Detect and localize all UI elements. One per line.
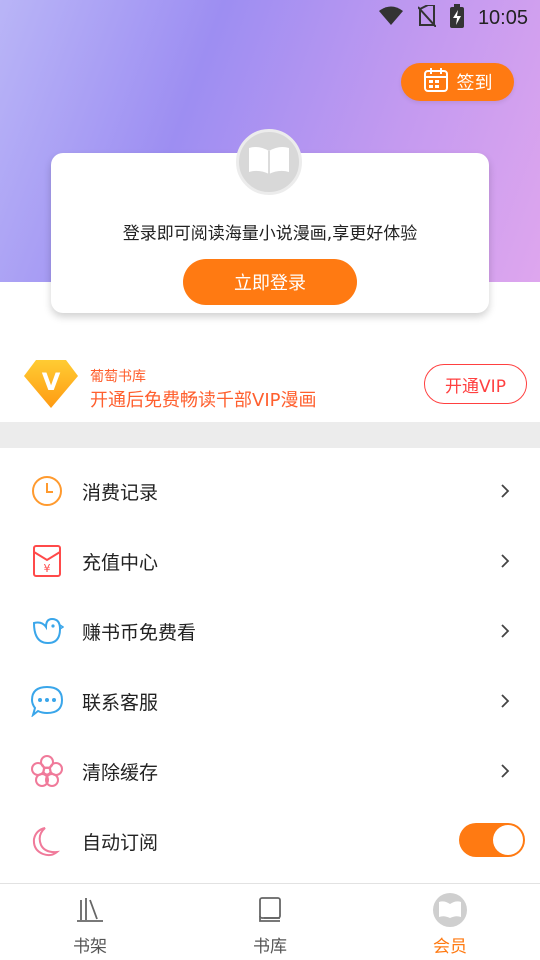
chevron-right-icon <box>500 481 512 501</box>
svg-text:¥: ¥ <box>44 562 51 575</box>
flower-icon <box>30 754 64 788</box>
menu-item-clear-cache[interactable]: 清除缓存 <box>0 736 540 806</box>
status-bar: 10:05 <box>0 0 540 36</box>
toggle-knob <box>493 825 523 855</box>
moon-icon <box>30 824 64 858</box>
chevron-right-icon <box>500 691 512 711</box>
tab-label: 书库 <box>253 937 287 957</box>
calendar-icon <box>423 67 449 98</box>
menu-item-consumption-records[interactable]: 消费记录 <box>0 456 540 526</box>
tab-label: 会员 <box>433 937 467 957</box>
login-button[interactable]: 立即登录 <box>183 259 357 305</box>
signin-label: 签到 <box>456 73 493 94</box>
tab-label: 书架 <box>73 937 107 957</box>
bottom-nav: 书架 书库 会员 <box>0 883 540 960</box>
menu-label: 充值中心 <box>82 551 159 574</box>
tab-bookshelf[interactable]: 书架 <box>0 884 180 960</box>
menu-label: 赚书币免费看 <box>82 621 197 644</box>
vip-banner: V 葡萄书库 开通后免费畅读千部VIP漫画 开通VIP <box>0 350 540 418</box>
chevron-right-icon <box>500 551 512 571</box>
menu-label: 联系客服 <box>82 691 159 714</box>
signin-button[interactable]: 签到 <box>401 63 514 101</box>
tab-library[interactable]: 书库 <box>180 884 360 960</box>
menu-item-auto-subscribe: 自动订阅 <box>0 806 540 876</box>
battery-charging-icon <box>449 4 464 32</box>
menu-label: 清除缓存 <box>82 761 159 784</box>
tab-member[interactable]: 会员 <box>360 884 540 960</box>
login-message: 登录即可阅读海量小说漫画,享更好体验 <box>122 224 418 244</box>
menu-item-customer-service[interactable]: 联系客服 <box>0 666 540 736</box>
vip-badge-icon: V <box>24 356 78 410</box>
vip-title: 葡萄书库 <box>90 369 146 385</box>
vip-subtitle: 开通后免费畅读千部VIP漫画 <box>90 390 317 411</box>
vip-badge-letter: V <box>42 368 61 396</box>
library-icon <box>252 892 288 928</box>
bird-icon <box>30 614 64 648</box>
open-vip-button[interactable]: 开通VIP <box>424 364 527 404</box>
avatar[interactable] <box>236 129 302 195</box>
status-time: 10:05 <box>477 6 528 29</box>
red-envelope-icon: ¥ <box>30 544 64 578</box>
wifi-icon <box>378 5 404 31</box>
clock-icon <box>30 474 64 508</box>
chevron-right-icon <box>500 621 512 641</box>
menu-item-recharge-center[interactable]: ¥ 充值中心 <box>0 526 540 596</box>
chevron-right-icon <box>500 761 512 781</box>
bookshelf-icon <box>72 892 108 928</box>
no-sim-icon <box>417 4 437 31</box>
menu-item-earn-coins[interactable]: 赚书币免费看 <box>0 596 540 666</box>
section-divider <box>0 422 540 448</box>
member-icon <box>432 892 468 928</box>
chat-bubble-icon <box>30 684 64 718</box>
menu-list: 消费记录 ¥ 充值中心 赚书币免费看 联系客服 清除缓存 自动订阅 <box>0 456 540 876</box>
menu-label: 消费记录 <box>82 481 159 504</box>
auto-subscribe-toggle[interactable] <box>459 823 525 857</box>
menu-label: 自动订阅 <box>82 831 159 854</box>
book-open-icon <box>247 145 291 179</box>
